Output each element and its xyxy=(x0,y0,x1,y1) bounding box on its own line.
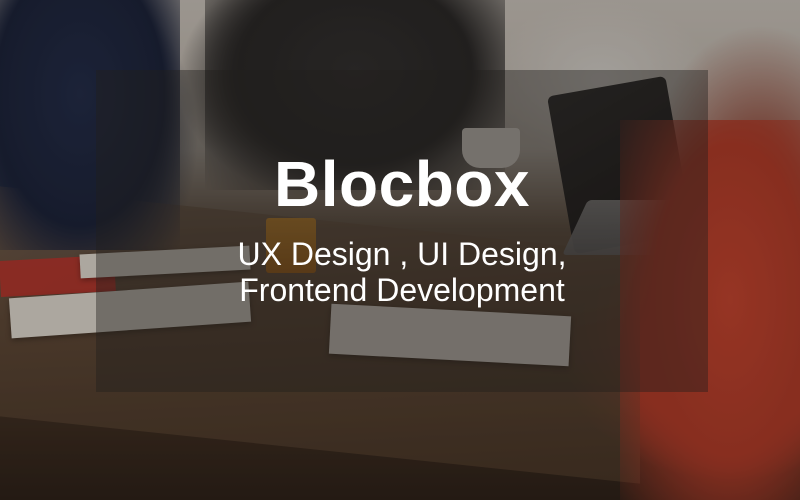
subtitle-line-2: Frontend Development xyxy=(239,272,565,308)
subtitle-line-1: UX Design , UI Design, xyxy=(237,236,567,272)
hero-banner: Blocbox UX Design , UI Design, Frontend … xyxy=(0,0,800,500)
text-overlay-panel xyxy=(96,70,708,392)
hero-subtitle: UX Design , UI Design, Frontend Developm… xyxy=(96,236,708,308)
hero-title: Blocbox xyxy=(274,148,530,220)
